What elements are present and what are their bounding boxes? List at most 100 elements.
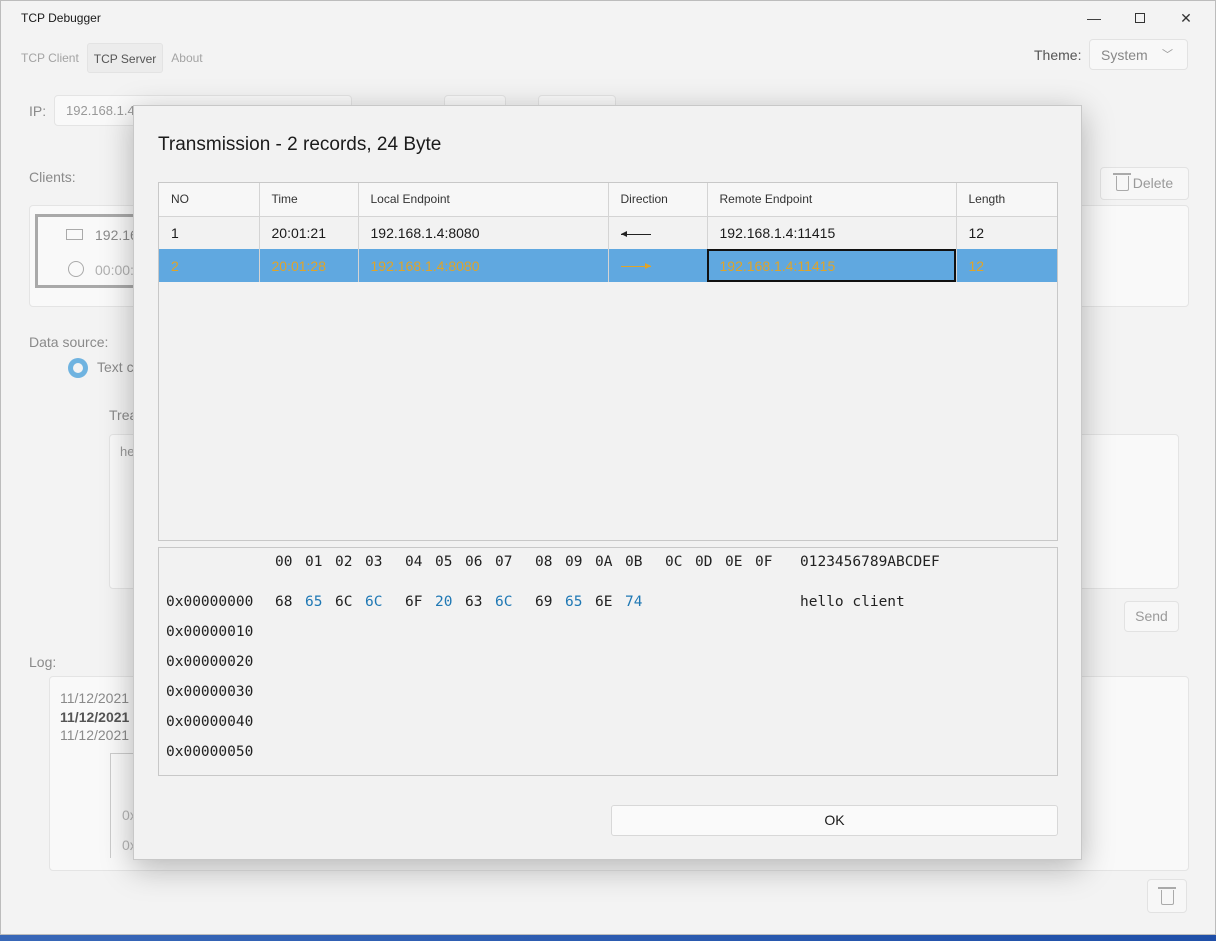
hex-column-header: 02 [335,554,353,570]
ip-label: IP: [29,103,47,119]
tab-tcp-server[interactable]: TCP Server [86,43,164,73]
column-header[interactable]: Time [259,183,359,217]
hex-column-header: 0C [665,554,683,570]
hex-offset: 0x00000030 [166,684,254,700]
cell-length: 12 [956,249,1057,282]
ascii-header: 0123456789ABCDEF [800,554,940,570]
title-bar: TCP Debugger — ✕ [1,1,1215,35]
main-tabs: TCP Client TCP Server About [15,43,209,73]
hex-column-header: 0E [725,554,743,570]
clear-log-button[interactable] [1147,879,1187,913]
timer-icon [68,261,84,277]
trash-icon [1112,173,1131,191]
hex-column-header: 0B [625,554,643,570]
arrow-right-icon [620,263,651,270]
hex-byte[interactable]: 63 [465,594,489,610]
chevron-down-icon: ﹀ [1162,49,1173,61]
arrow-left-icon [620,230,651,237]
hex-byte[interactable]: 6C [335,594,359,610]
hex-byte[interactable]: 6E [595,594,619,610]
hex-offset: 0x00000020 [166,654,254,670]
delete-client-button[interactable]: Delete [1100,167,1189,200]
ok-button[interactable]: OK [611,805,1058,836]
column-header[interactable]: Length [956,183,1057,217]
clients-label: Clients: [29,169,76,185]
cell-no: 2 [159,249,260,282]
hex-column-header: 0F [755,554,773,570]
log-label: Log: [29,654,57,670]
text-radio[interactable] [68,358,88,378]
transmission-dialog: Transmission - 2 records, 24 Byte NO Tim… [133,105,1082,860]
hex-offset: 0x00000040 [166,714,254,730]
send-label: Send [1135,608,1168,624]
tab-about[interactable]: About [165,43,208,73]
cell-time: 20:01:21 [259,216,359,249]
hex-column-header: 07 [495,554,513,570]
log-line: 11/12/2021 8 [60,709,141,725]
send-button[interactable]: Send [1124,601,1179,632]
data-source-label: Data source: [29,334,109,350]
column-header[interactable]: Remote Endpoint [707,183,957,217]
hex-column-header: 05 [435,554,453,570]
table-row-selected[interactable]: 2 20:01:28 192.168.1.4:8080 192.168.1.4:… [159,249,1057,282]
hex-column-header: 08 [535,554,553,570]
monitor-icon [66,229,83,240]
hex-column-header: 01 [305,554,323,570]
hex-byte[interactable]: 65 [305,594,329,610]
theme-value: System [1101,47,1148,63]
column-header[interactable]: NO [159,183,260,217]
close-icon: ✕ [1180,9,1192,26]
ip-value: 192.168.1.4 [66,103,135,118]
log-line: 11/12/2021 [60,727,130,743]
text-option-label: Text c [97,359,134,375]
delete-label: Delete [1132,175,1174,191]
hex-byte[interactable]: 6C [365,594,389,610]
hex-viewer: 00 01 02 03 04 05 06 07 08 09 0A 0B 0C 0D 0E 0F 01234567… [158,547,1058,776]
cell-time: 20:01:28 [259,249,359,282]
hex-column-header: 09 [565,554,583,570]
maximize-icon [1135,13,1145,23]
theme-select[interactable]: System ﹀ [1089,39,1188,70]
hex-column-header: 0D [695,554,713,570]
cell-local-endpoint: 192.168.1.4:8080 [358,249,609,282]
hex-byte[interactable]: 6F [405,594,429,610]
hex-column-header: 03 [365,554,383,570]
cell-local-endpoint: 192.168.1.4:8080 [358,216,609,249]
hex-offset: 0x00000000 [166,594,254,610]
cell-no: 1 [159,216,260,249]
client-card[interactable]: 192.16 00:00:5 [35,214,145,288]
close-button[interactable]: ✕ [1163,1,1209,35]
hex-column-header: 00 [275,554,293,570]
minimize-icon: — [1087,10,1101,26]
hex-column-header: 0A [595,554,613,570]
tab-tcp-client[interactable]: TCP Client [15,43,85,73]
hex-byte[interactable]: 74 [625,594,649,610]
dialog-title: Transmission - 2 records, 24 Byte [158,134,442,155]
records-table: NO Time Local Endpoint Direction Remote … [158,182,1058,541]
hex-column-header: 04 [405,554,423,570]
log-line: 11/12/2021 [60,690,130,706]
hex-offset: 0x00000050 [166,744,254,760]
hex-ascii: hello client [800,594,905,610]
hex-byte[interactable]: 65 [565,594,589,610]
table-header: NO Time Local Endpoint Direction Remote … [159,183,1057,217]
trash-icon [1157,887,1176,905]
hex-byte[interactable]: 6C [495,594,519,610]
column-header[interactable]: Direction [608,183,708,217]
hex-byte[interactable]: 68 [275,594,299,610]
cell-direction [608,249,708,282]
hex-column-header: 06 [465,554,483,570]
cell-remote-endpoint[interactable]: 192.168.1.4:11415 [707,249,957,282]
maximize-button[interactable] [1117,1,1163,35]
cell-direction [608,216,708,249]
client-endpoint: 192.16 [95,227,138,243]
hex-byte[interactable]: 20 [435,594,459,610]
column-header[interactable]: Local Endpoint [358,183,609,217]
cell-length: 12 [968,224,985,241]
theme-label: Theme: [1034,47,1082,63]
app-title: TCP Debugger [21,11,101,25]
hex-byte[interactable]: 69 [535,594,559,610]
table-row[interactable]: 1 20:01:21 192.168.1.4:8080 192.168.1.4:… [159,216,1057,249]
minimize-button[interactable]: — [1071,1,1117,35]
hex-offset: 0x00000010 [166,624,254,640]
